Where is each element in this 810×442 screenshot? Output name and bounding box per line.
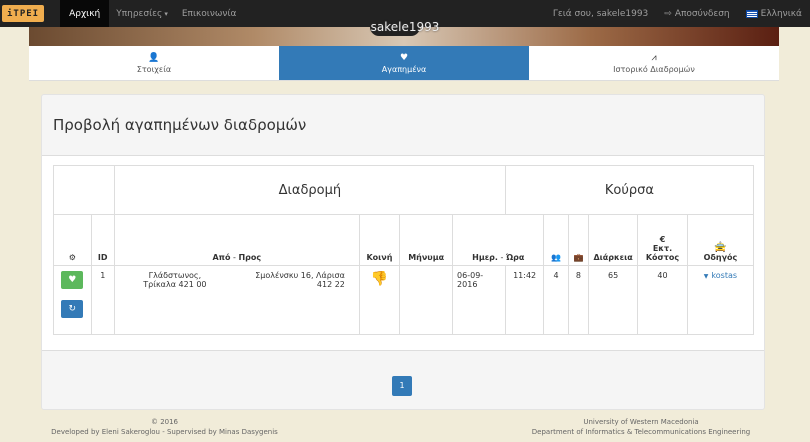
- caret-down-icon: ▼: [703, 273, 709, 280]
- cell-from: Γλάδστωνος, Τρίκαλα 421 00: [143, 271, 207, 289]
- col-driver-label: Οδηγός: [703, 253, 738, 262]
- footer-developer: Developed by Eleni Sakeroglou - Supervis…: [51, 428, 278, 436]
- col-from: Από: [212, 253, 231, 262]
- group-ride: Κούρσα: [504, 165, 755, 215]
- favorites-table-container: Διαδρομή Κούρσα ⚙ ID Από - Προς Κοινή Μή…: [42, 155, 764, 351]
- col-from-to: Από - Προς: [113, 214, 360, 266]
- col-to: Προς: [238, 253, 262, 262]
- caret-down-icon: ▾: [164, 9, 168, 18]
- cell-id: 1: [90, 265, 115, 335]
- cell-from-to: Γλάδστωνος, Τρίκαλα 421 00 Σμολένσκυ 16,…: [113, 265, 360, 335]
- cell-duration: 65: [588, 265, 639, 335]
- col-passengers: 👥: [543, 214, 569, 266]
- col-actions: ⚙: [53, 214, 92, 266]
- col-luggage: 💼: [567, 214, 590, 266]
- greek-flag-icon: [745, 9, 758, 18]
- logout-icon: ⇨: [664, 8, 672, 19]
- profile-username: sakele1993: [370, 20, 440, 34]
- heart-icon: ♥: [399, 52, 409, 63]
- cell-time: 11:42: [504, 265, 545, 335]
- tab-details-label: Στοιχεία: [136, 64, 172, 74]
- table-row: ♥ ↻ 1 Γλάδστωνος, Τρίκαλα 421 00 Σμολένσ…: [53, 265, 755, 335]
- cell-driver: ▼ kostas: [686, 265, 755, 335]
- row-actions: ♥ ↻: [53, 265, 92, 335]
- footer-department: Department of Informatics & Telecommunic…: [531, 428, 751, 436]
- user-icon: 👤: [148, 52, 160, 63]
- favorite-button[interactable]: ♥: [61, 271, 84, 289]
- tab-history[interactable]: ⩘ Ιστορικό Διαδρομών: [529, 46, 779, 80]
- col-date-time: Ημερ. - Ώρα: [452, 214, 545, 266]
- col-duration: Διάρκεια: [588, 214, 639, 266]
- page-title: Προβολή αγαπημένων διαδρομών: [53, 116, 307, 134]
- col-driver: 🚖 Οδηγός: [686, 214, 755, 266]
- euro-icon: €: [659, 235, 666, 244]
- nav-logout-label: Αποσύνδεση: [674, 8, 730, 19]
- tab-details[interactable]: 👤 Στοιχεία: [29, 46, 279, 80]
- col-time: Ώρα: [505, 253, 525, 262]
- refresh-icon: ↻: [68, 304, 77, 314]
- driver-name: kostas: [711, 271, 738, 280]
- favorites-panel: Προβολή αγαπημένων διαδρομών Διαδρομή Κο…: [41, 94, 765, 410]
- cell-message: [399, 265, 454, 335]
- footer-university: University of Western Macedonia: [583, 418, 699, 426]
- nav-language-label: Ελληνικά: [760, 8, 802, 19]
- cell-luggage: 8: [567, 265, 590, 335]
- footer-credits: © 2016 Developed by Eleni Sakeroglou - S…: [8, 417, 321, 437]
- group-route: Διαδρομή: [113, 165, 506, 215]
- cell-cost: 40: [637, 265, 688, 335]
- road-icon: ⩘: [651, 52, 657, 63]
- col-id: ID: [90, 214, 115, 266]
- taxi-icon: 🚖: [714, 242, 727, 253]
- col-dash-2: -: [497, 253, 506, 262]
- favorites-table: Διαδρομή Κούρσα ⚙ ID Από - Προς Κοινή Μή…: [53, 165, 755, 335]
- driver-dropdown[interactable]: ▼ kostas: [704, 271, 737, 280]
- footer-institution: University of Western Macedonia Departme…: [510, 417, 772, 437]
- tab-favorites[interactable]: ♥ Αγαπημένα: [279, 46, 529, 80]
- nav-services-label: Υπηρεσίες: [116, 8, 163, 19]
- cell-passengers: 4: [543, 265, 569, 335]
- cell-shared: 👎: [358, 265, 401, 335]
- cell-to: Σμολένσκυ 16, Λάρισα 412 22: [255, 271, 345, 289]
- tab-favorites-label: Αγαπημένα: [381, 64, 427, 74]
- tab-history-label: Ιστορικό Διαδρομών: [613, 64, 695, 74]
- thumbs-down-icon: 👎: [370, 271, 389, 287]
- pagination-page[interactable]: 1: [392, 376, 412, 396]
- col-date: Ημερ.: [472, 253, 498, 262]
- heart-icon: ♥: [68, 275, 77, 285]
- col-cost-label: Εκτ. Κόστος: [645, 244, 680, 262]
- profile-tabs: 👤 Στοιχεία ♥ Αγαπημένα ⩘ Ιστορικό Διαδρο…: [29, 46, 779, 81]
- suitcase-icon: 💼: [573, 253, 584, 262]
- gear-icon: ⚙: [68, 253, 76, 262]
- cell-date: 06-09-2016: [452, 265, 506, 335]
- group-empty: [53, 165, 115, 215]
- users-icon: 👥: [551, 253, 562, 262]
- footer: © 2016 Developed by Eleni Sakeroglou - S…: [0, 410, 810, 442]
- repeat-route-button[interactable]: ↻: [61, 300, 84, 318]
- footer-year: © 2016: [150, 418, 179, 426]
- col-shared: Κοινή: [358, 214, 401, 266]
- col-cost: € Εκτ. Κόστος: [637, 214, 688, 266]
- col-message: Μήνυμα: [399, 214, 454, 266]
